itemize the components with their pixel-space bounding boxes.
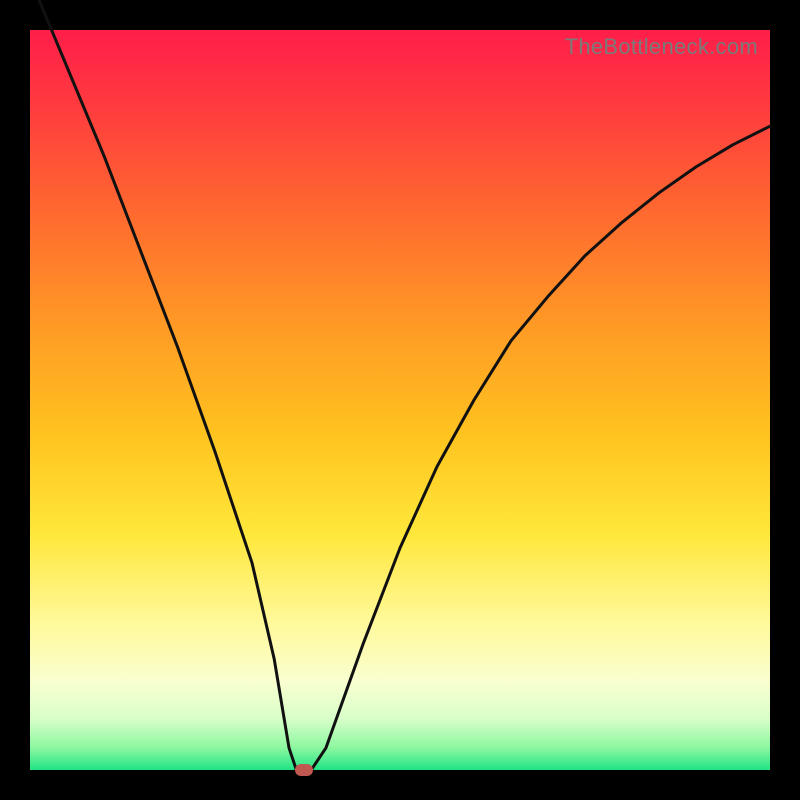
- min-point-marker: [295, 764, 313, 776]
- bottleneck-curve: [30, 0, 770, 770]
- chart-frame: TheBottleneck.com: [0, 0, 800, 800]
- curve-layer: [30, 30, 770, 770]
- plot-area: TheBottleneck.com: [30, 30, 770, 770]
